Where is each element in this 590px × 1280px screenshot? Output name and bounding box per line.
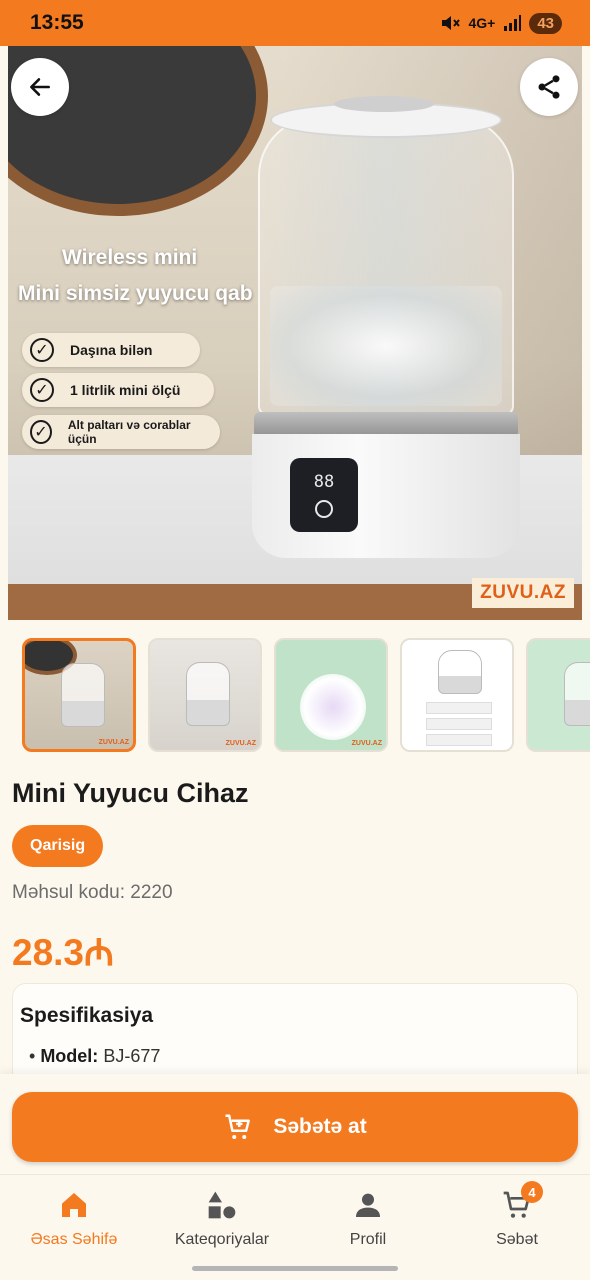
profile-icon xyxy=(356,1193,380,1217)
thumbnail-5[interactable] xyxy=(526,638,590,752)
nav-label: Profil xyxy=(349,1231,387,1248)
thumb-appliance xyxy=(186,662,230,726)
display-digits: 88 xyxy=(313,472,335,492)
home-icon xyxy=(62,1193,86,1217)
thumb-brand: ZUVU.AZ xyxy=(351,740,382,747)
battery-indicator: 43 xyxy=(529,12,562,34)
mute-icon xyxy=(442,16,461,30)
thumb-text-line xyxy=(426,718,492,730)
nav-label: Əsas Səhifə xyxy=(30,1231,118,1248)
product-price: 28.3₼ xyxy=(12,932,114,973)
power-knob-icon xyxy=(315,500,333,518)
add-to-cart-label: Səbətə at xyxy=(273,1115,367,1138)
spec-title: Spesifikasiya xyxy=(20,1004,154,1027)
feature-pill: ✓ Daşına bilən xyxy=(22,333,200,367)
appliance-lid-cap xyxy=(334,96,434,112)
product-title: Mini Yuyucu Cihaz xyxy=(12,778,249,808)
feature-label: Alt paltarı və corablar üçün xyxy=(67,418,191,446)
bottom-navigation: Əsas Səhifə Kateqoriyalar Profil 4 Səbət xyxy=(0,1174,590,1280)
promo-line-1: Wireless mini xyxy=(62,246,198,269)
nav-label: Kateqoriyalar xyxy=(174,1231,270,1248)
thumb-brand: ZUVU.AZ xyxy=(98,739,129,746)
nav-label: Səbət xyxy=(496,1231,538,1248)
thumb-bowl xyxy=(300,674,366,740)
cart-icon xyxy=(225,1114,251,1139)
promo-line-2: Mini simsiz yuyucu qab xyxy=(18,282,253,305)
add-to-cart-button[interactable]: Səbətə at xyxy=(12,1092,578,1162)
feature-pill: ✓ Alt paltarı və corablar üçün xyxy=(22,415,220,449)
thumbnail-strip[interactable]: ZUVU.AZ ZUVU.AZ ZUVU.AZ xyxy=(22,638,590,752)
appliance-water xyxy=(270,286,502,406)
brand-watermark: ZUVU.AZ xyxy=(472,578,574,608)
nav-item-categories[interactable]: Kateqoriyalar xyxy=(152,1189,292,1249)
thumb-appliance xyxy=(564,662,590,726)
arrow-left-icon xyxy=(30,78,50,96)
product-code-value: 2220 xyxy=(130,882,173,903)
product-hero-image[interactable]: 88 Wireless mini Mini simsiz yuyucu qab … xyxy=(8,46,582,620)
spec-key: Model: xyxy=(40,1046,99,1066)
share-icon xyxy=(538,75,560,99)
check-icon: ✓ xyxy=(30,420,52,444)
appliance-display: 88 xyxy=(290,458,358,532)
thumbnail-3[interactable]: ZUVU.AZ xyxy=(274,638,388,752)
thumb-appliance xyxy=(61,663,105,727)
thumb-appliance xyxy=(438,650,482,694)
categories-icon xyxy=(208,1191,236,1219)
product-code: Məhsul kodu: 2220 xyxy=(12,882,173,904)
thumbnail-4[interactable] xyxy=(400,638,514,752)
share-button[interactable] xyxy=(520,58,578,116)
product-code-label: Məhsul kodu: xyxy=(12,882,126,903)
network-label: 4G+ xyxy=(468,15,496,31)
feature-label: Daşına bilən xyxy=(70,342,153,358)
status-icons: 4G+ 43 xyxy=(440,12,562,34)
nav-item-cart[interactable]: 4 Səbət xyxy=(447,1181,587,1249)
thumbnail-1[interactable]: ZUVU.AZ xyxy=(22,638,136,752)
status-time: 13:55 xyxy=(30,11,84,34)
variant-chip[interactable]: Qarisig xyxy=(12,825,104,867)
feature-label: 1 litrlik mini ölçü xyxy=(70,382,181,398)
thumb-text-line xyxy=(426,702,492,714)
signal-icon xyxy=(504,15,522,31)
thumb-text-line xyxy=(426,734,492,746)
feature-pill: ✓ 1 litrlik mini ölçü xyxy=(22,373,214,407)
nav-item-home[interactable]: Əsas Səhifə xyxy=(4,1189,144,1249)
thumb-brand: ZUVU.AZ xyxy=(225,740,256,747)
spec-value: BJ-677 xyxy=(103,1046,161,1066)
back-button[interactable] xyxy=(11,58,69,116)
cart-icon-wrap: 4 xyxy=(501,1181,543,1221)
thumbnail-2[interactable]: ZUVU.AZ xyxy=(148,638,262,752)
spec-item: • Model: BJ-677 xyxy=(29,1046,161,1066)
check-icon: ✓ xyxy=(30,338,54,362)
check-icon: ✓ xyxy=(30,378,54,402)
nav-item-profile[interactable]: Profil xyxy=(298,1189,438,1249)
cart-count-badge: 4 xyxy=(521,1181,543,1203)
status-bar: 13:55 4G+ 43 xyxy=(0,0,590,46)
home-indicator[interactable] xyxy=(192,1266,398,1271)
